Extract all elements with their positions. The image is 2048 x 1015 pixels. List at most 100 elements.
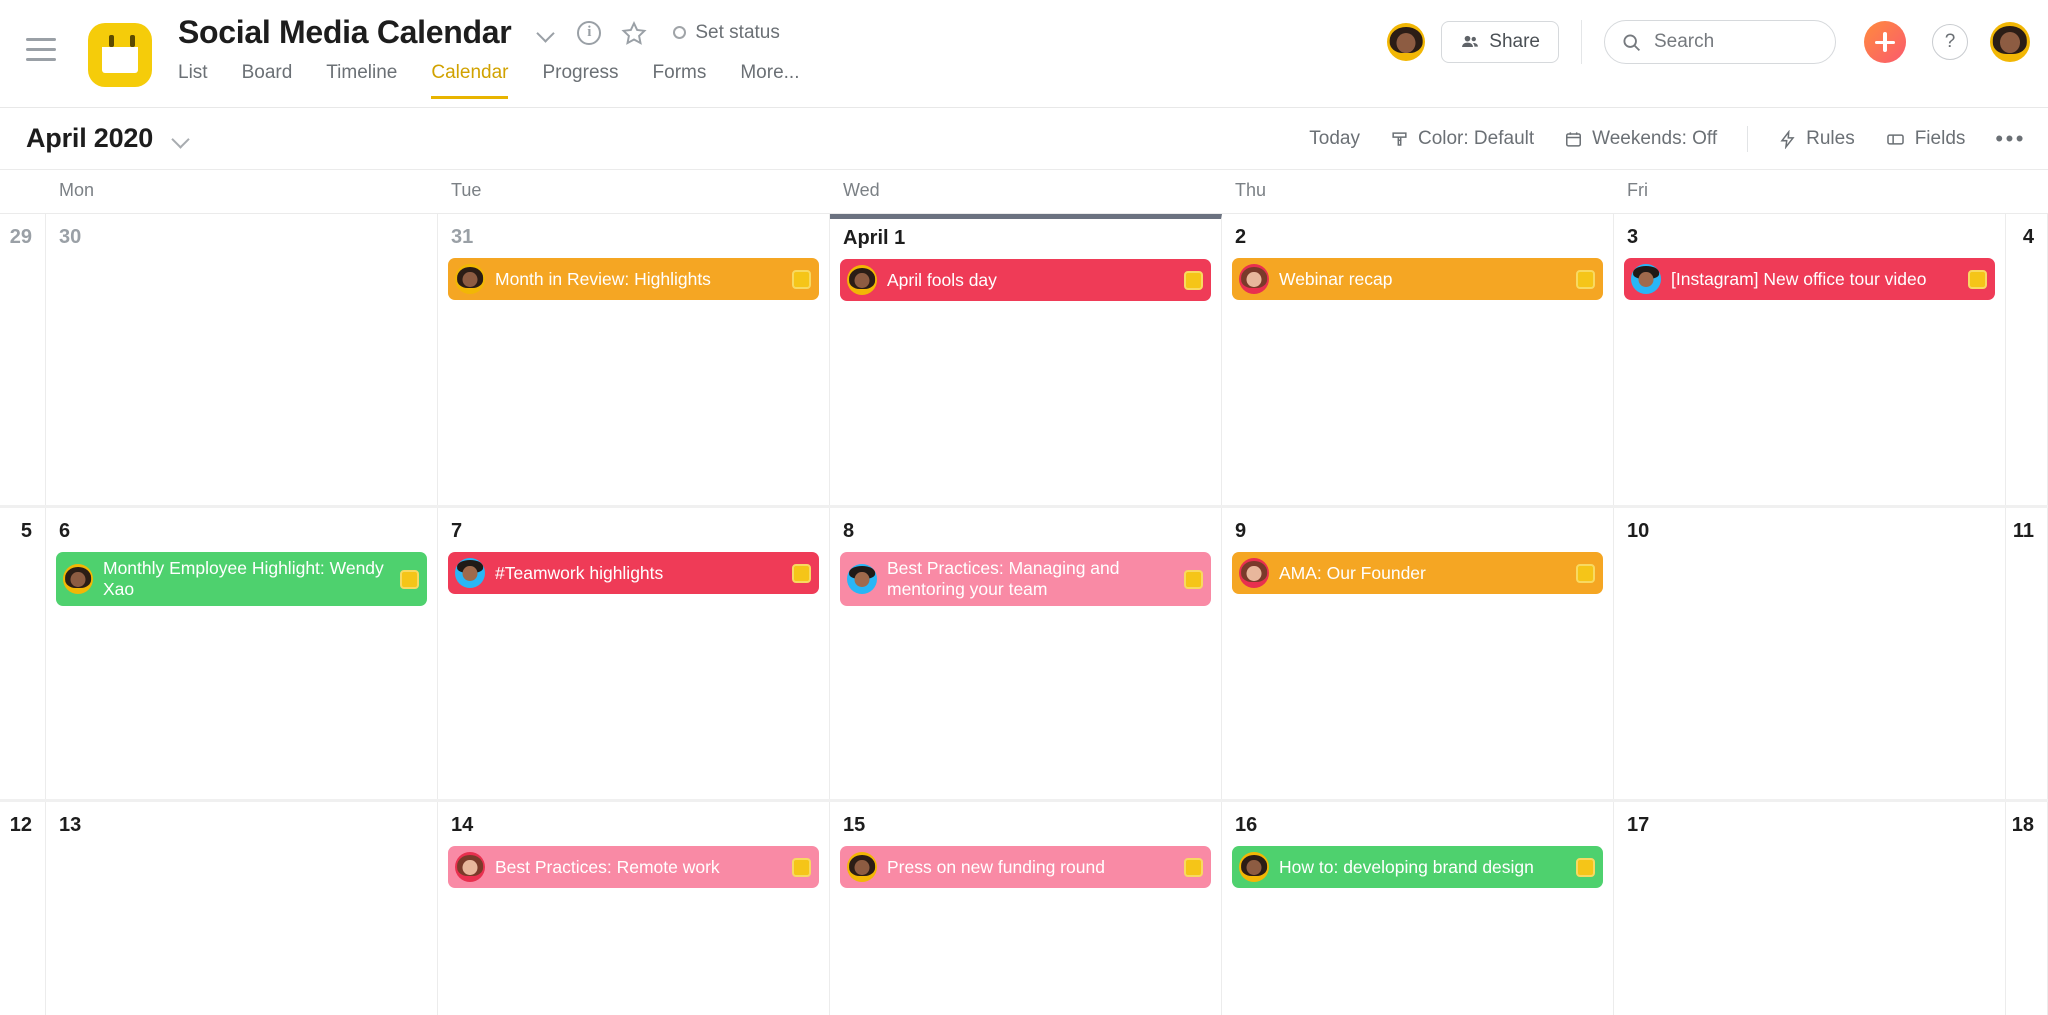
calendar-day-cell[interactable]: 5 (0, 508, 46, 799)
month-selector[interactable]: April 2020 (26, 123, 193, 154)
user-avatar[interactable] (1990, 22, 2030, 62)
tab-more[interactable]: More... (740, 62, 799, 99)
event-title: Monthly Employee Highlight: Wendy Xao (103, 558, 392, 600)
rules-label: Rules (1806, 128, 1855, 150)
calendar-day-cell[interactable]: 11 (2006, 508, 2048, 799)
calendar-day-cell[interactable]: April 1 April fools day (830, 214, 1222, 505)
share-button[interactable]: Share (1441, 21, 1559, 63)
day-events: Best Practices: Managing and mentoring y… (830, 552, 1221, 606)
event-status-badge[interactable] (1184, 271, 1203, 290)
calendar-event[interactable]: #Teamwork highlights (448, 552, 819, 594)
weekends-button[interactable]: Weekends: Off (1564, 128, 1717, 150)
calendar-event[interactable]: [Instagram] New office tour video (1624, 258, 1995, 300)
event-status-badge[interactable] (792, 270, 811, 289)
color-button[interactable]: Color: Default (1390, 128, 1534, 150)
calendar-day-cell[interactable]: 15Press on new funding round (830, 802, 1222, 1015)
day-events: Best Practices: Remote work (438, 846, 829, 888)
set-status-button[interactable]: Set status (673, 22, 780, 44)
event-title: Best Practices: Remote work (495, 857, 784, 878)
search-input[interactable]: Search (1604, 20, 1836, 64)
calendar-day-cell[interactable]: 6 Monthly Employee Highlight: Wendy Xao (46, 508, 438, 799)
calendar-day-cell[interactable]: 14 Best Practices: Remote work (438, 802, 830, 1015)
calendar-day-cell[interactable]: 13 (46, 802, 438, 1015)
calendar-day-cell[interactable]: 10 (1614, 508, 2006, 799)
rules-button[interactable]: Rules (1778, 128, 1855, 150)
day-number: April 1 (830, 225, 1221, 251)
calendar-day-cell[interactable]: 29 (0, 214, 46, 505)
hamburger-menu-icon[interactable] (26, 38, 56, 60)
tab-forms[interactable]: Forms (653, 62, 707, 99)
event-status-badge[interactable] (792, 858, 811, 877)
calendar-event[interactable]: AMA: Our Founder (1232, 552, 1603, 594)
more-options-button[interactable]: ••• (1995, 126, 2026, 152)
day-events: [Instagram] New office tour video (1614, 258, 2005, 300)
day-number: 4 (2006, 224, 2047, 250)
calendar-day-cell[interactable]: 17 (1614, 802, 2006, 1015)
tab-board[interactable]: Board (242, 62, 293, 99)
help-button[interactable]: ? (1932, 24, 1968, 60)
calendar-week-row: 121314 Best Practices: Remote work 15Press… (0, 802, 2048, 1015)
calendar-app-icon[interactable] (88, 23, 152, 87)
calendar-day-cell[interactable]: 2 Webinar recap (1222, 214, 1614, 505)
tab-progress[interactable]: Progress (542, 62, 618, 99)
calendar-event[interactable]: Month in Review: Highlights (448, 258, 819, 300)
day-number: 14 (438, 812, 829, 838)
calendar-event[interactable]: April fools day (840, 259, 1211, 301)
day-events: How to: developing brand design (1222, 846, 1613, 888)
event-status-badge[interactable] (1576, 564, 1595, 583)
calendar-event[interactable]: Best Practices: Remote work (448, 846, 819, 888)
event-status-badge[interactable] (1576, 270, 1595, 289)
today-label: Today (1309, 128, 1360, 150)
calendar-day-cell[interactable]: 31Month in Review: Highlights (438, 214, 830, 505)
calendar-event[interactable]: Monthly Employee Highlight: Wendy Xao (56, 552, 427, 606)
weekday-header-wed: Wed (830, 170, 1222, 213)
calendar-day-cell[interactable]: 12 (0, 802, 46, 1015)
day-number: 13 (46, 812, 437, 838)
calendar-event[interactable]: Webinar recap (1232, 258, 1603, 300)
info-icon[interactable]: i (577, 21, 601, 45)
fields-button[interactable]: Fields (1885, 128, 1966, 150)
day-number: 17 (1614, 812, 2005, 838)
calendar-event[interactable]: Press on new funding round (840, 846, 1211, 888)
tab-list[interactable]: List (178, 62, 208, 99)
calendar-day-cell[interactable]: 4 (2006, 214, 2048, 505)
calendar-day-cell[interactable]: 3 [Instagram] New office tour video (1614, 214, 2006, 505)
collaborator-avatar[interactable] (1387, 23, 1425, 61)
event-status-badge[interactable] (400, 570, 419, 589)
event-title: Press on new funding round (887, 857, 1176, 878)
calendar-day-cell[interactable]: 7 #Teamwork highlights (438, 508, 830, 799)
day-number: 6 (46, 518, 437, 544)
event-status-badge[interactable] (1576, 858, 1595, 877)
calendar-day-cell[interactable]: 16How to: developing brand design (1222, 802, 1614, 1015)
tab-calendar[interactable]: Calendar (431, 62, 508, 99)
calendar-event[interactable]: Best Practices: Managing and mentoring y… (840, 552, 1211, 606)
calendar-day-cell[interactable]: 9 AMA: Our Founder (1222, 508, 1614, 799)
calendar-day-cell[interactable]: 8Best Practices: Managing and mentoring … (830, 508, 1222, 799)
add-button[interactable] (1864, 21, 1906, 63)
title-chevron-down-icon[interactable] (533, 20, 559, 46)
event-status-badge[interactable] (792, 564, 811, 583)
today-button[interactable]: Today (1309, 128, 1360, 150)
weekends-label: Weekends: Off (1592, 128, 1717, 150)
search-icon (1621, 32, 1642, 53)
calendar-day-cell[interactable]: 30 (46, 214, 438, 505)
month-chevron-down-icon[interactable] (169, 127, 193, 151)
day-number: 7 (438, 518, 829, 544)
calendar-day-cell[interactable]: 18 (2006, 802, 2048, 1015)
event-title: How to: developing brand design (1279, 857, 1568, 878)
page-title[interactable]: Social Media Calendar (178, 14, 511, 51)
calendar-event[interactable]: How to: developing brand design (1232, 846, 1603, 888)
app-header: Social Media Calendar i Set status List … (0, 0, 2048, 108)
star-icon[interactable] (621, 20, 647, 46)
weekday-header-row: Mon Tue Wed Thu Fri (0, 170, 2048, 214)
day-number: 12 (0, 812, 45, 838)
header-divider (1581, 20, 1582, 64)
tab-timeline[interactable]: Timeline (326, 62, 397, 99)
event-status-badge[interactable] (1184, 570, 1203, 589)
day-number: 9 (1222, 518, 1613, 544)
day-number: 2 (1222, 224, 1613, 250)
event-status-badge[interactable] (1184, 858, 1203, 877)
day-number: 3 (1614, 224, 2005, 250)
event-status-badge[interactable] (1968, 270, 1987, 289)
status-dot-icon (673, 26, 686, 39)
